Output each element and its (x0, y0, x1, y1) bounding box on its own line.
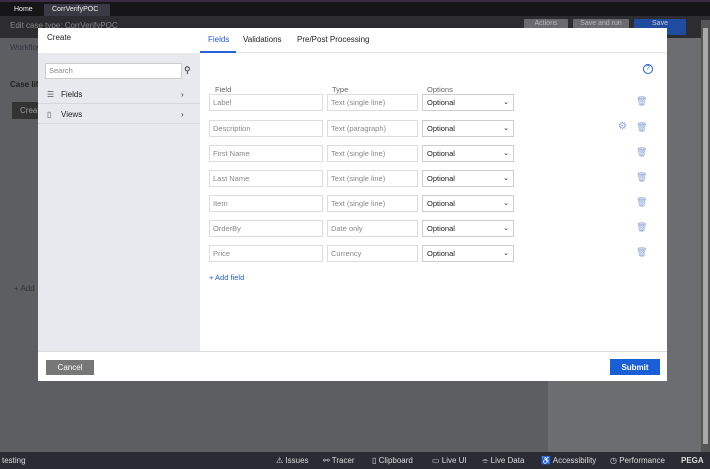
field-option-select[interactable]: Optional ⌄ (422, 170, 514, 187)
column-header-field: Field (215, 85, 232, 94)
option-value: Optional (427, 98, 455, 107)
create-modal: Create Fields Validations Pre/Post Proce… (38, 28, 667, 381)
column-header-type: Type (332, 85, 349, 94)
accessibility-button[interactable]: ♿ Accessibility (541, 452, 596, 469)
field-row: OrderBy Date only Optional ⌄ 🗑 (208, 220, 648, 237)
scrollbar-thumb[interactable] (703, 28, 708, 444)
field-type-input[interactable]: Text (single line) (327, 170, 418, 187)
field-option-select[interactable]: Optional ⌄ (422, 245, 514, 262)
trash-icon[interactable]: 🗑 (636, 247, 647, 258)
trash-icon[interactable]: 🗑 (636, 197, 647, 208)
page-scrollbar[interactable] (701, 20, 710, 452)
chevron-down-icon: ⌄ (503, 225, 509, 232)
option-value: Optional (427, 249, 455, 258)
option-value: Optional (427, 174, 455, 183)
submit-button[interactable]: Submit (610, 359, 660, 375)
nav-label: Fields (61, 90, 83, 99)
field-type-input[interactable]: Currency (327, 245, 418, 262)
field-row: First Name Text (single line) Optional ⌄ … (208, 145, 648, 162)
field-name-input[interactable]: Price (209, 245, 323, 262)
modal-title: Create (47, 33, 72, 42)
field-name-input[interactable]: Label (209, 94, 323, 111)
field-row: Label Text (single line) Optional ⌄ 🗑 (208, 94, 648, 111)
cancel-button[interactable]: Cancel (46, 360, 94, 375)
field-row: Description Text (paragraph) Optional ⌄ ⚙… (208, 120, 648, 137)
status-env: testing (2, 456, 26, 465)
tab-fields[interactable]: Fields (208, 35, 229, 44)
active-tab-indicator (200, 51, 236, 53)
left-panel: Search ⚲ ☰ Fields › ▯ Views › (38, 53, 200, 351)
search-icon[interactable]: ⚲ (184, 65, 191, 76)
chevron-right-icon: › (181, 90, 184, 99)
modal-footer: Cancel Submit (38, 351, 667, 381)
field-name-input[interactable]: Item (209, 195, 323, 212)
trash-icon[interactable]: 🗑 (636, 172, 647, 183)
column-header-options: Options (427, 85, 453, 94)
bg-add: + Add (14, 284, 35, 293)
live-ui-button[interactable]: ▭ Live UI (432, 452, 467, 469)
field-row: Item Text (single line) Optional ⌄ 🗑 (208, 195, 648, 212)
trash-icon[interactable]: 🗑 (636, 122, 647, 133)
chevron-down-icon: ⌄ (503, 175, 509, 182)
field-row: Price Currency Optional ⌄ 🗑 (208, 245, 648, 262)
help-icon[interactable]: ? (643, 64, 653, 74)
field-option-select[interactable]: Optional ⌄ (422, 120, 514, 137)
trash-icon[interactable]: 🗑 (636, 147, 647, 158)
chevron-right-icon: › (181, 110, 184, 119)
nav-label: Views (61, 110, 83, 119)
field-type-input[interactable]: Text (single line) (327, 195, 418, 212)
field-type-input[interactable]: Date only (327, 220, 418, 237)
chevron-down-icon: ⌄ (503, 250, 509, 257)
nav-item-views[interactable]: ▯ Views › (38, 105, 200, 124)
add-field-link[interactable]: + Add field (209, 273, 244, 282)
status-bar: testing ⚠ Issues ⚯ Tracer ▯ Clipboard ▭ … (0, 452, 710, 469)
field-option-select[interactable]: Optional ⌄ (422, 195, 514, 212)
field-option-select[interactable]: Optional ⌄ (422, 220, 514, 237)
chevron-down-icon: ⌄ (503, 99, 509, 106)
trash-icon[interactable]: 🗑 (636, 222, 647, 233)
tab-pre-post-processing[interactable]: Pre/Post Processing (297, 35, 369, 44)
search-input[interactable]: Search (45, 63, 182, 79)
modal-tabs: Fields Validations Pre/Post Processing (200, 28, 667, 53)
nav-item-fields[interactable]: ☰ Fields › (38, 85, 200, 104)
field-option-select[interactable]: Optional ⌄ (422, 94, 514, 111)
option-value: Optional (427, 124, 455, 133)
issues-button[interactable]: ⚠ Issues (276, 452, 309, 469)
field-name-input[interactable]: First Name (209, 145, 323, 162)
performance-button[interactable]: ◷ Performance (610, 452, 665, 469)
top-bar: Home CorrVerifyPOC (0, 0, 710, 18)
trash-icon[interactable]: 🗑 (636, 96, 647, 107)
clipboard-icon: ▯ (47, 110, 52, 119)
option-value: Optional (427, 199, 455, 208)
gear-icon[interactable]: ⚙ (618, 121, 627, 132)
field-option-select[interactable]: Optional ⌄ (422, 145, 514, 162)
chevron-down-icon: ⌄ (503, 125, 509, 132)
pega-brand: PEGA (681, 456, 704, 465)
field-type-input[interactable]: Text (paragraph) (327, 120, 418, 137)
tab-validations[interactable]: Validations (243, 35, 282, 44)
clipboard-button[interactable]: ▯ Clipboard (372, 452, 413, 469)
field-row: Last Name Text (single line) Optional ⌄ 🗑 (208, 170, 648, 187)
field-name-input[interactable]: OrderBy (209, 220, 323, 237)
chevron-down-icon: ⌄ (503, 150, 509, 157)
tracer-button[interactable]: ⚯ Tracer (323, 452, 355, 469)
field-name-input[interactable]: Description (209, 120, 323, 137)
field-name-input[interactable]: Last Name (209, 170, 323, 187)
chevron-down-icon: ⌄ (503, 200, 509, 207)
field-type-input[interactable]: Text (single line) (327, 145, 418, 162)
option-value: Optional (427, 224, 455, 233)
live-data-button[interactable]: ⌯ Live Data (482, 452, 524, 469)
list-icon: ☰ (47, 90, 55, 99)
option-value: Optional (427, 149, 455, 158)
field-type-input[interactable]: Text (single line) (327, 94, 418, 111)
